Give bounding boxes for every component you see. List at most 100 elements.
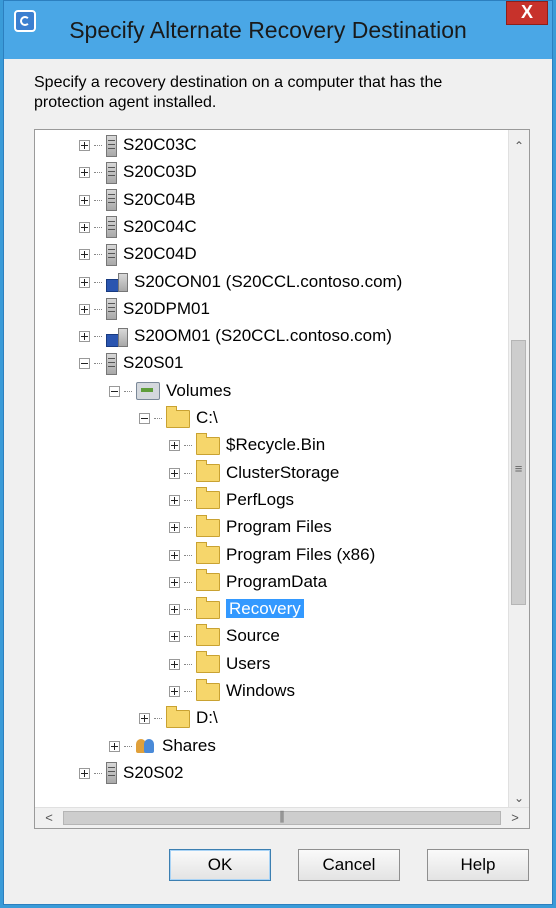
expand-icon[interactable] — [79, 331, 90, 343]
tree-node-label[interactable]: S20C03D — [123, 162, 197, 181]
destination-tree: S20C03C S20C03D S20C04B S20C04C S20C04D S20CO… — [34, 129, 530, 829]
tree-node-label[interactable]: S20OM01 (S20CCL.contoso.com) — [134, 326, 392, 345]
tree-connector — [94, 308, 102, 310]
expand-icon[interactable] — [169, 686, 180, 698]
expand-icon[interactable] — [79, 767, 90, 779]
tree-connector — [184, 636, 192, 638]
expand-icon[interactable] — [79, 303, 90, 315]
tree-node[interactable]: S20CON01 (S20CCL.contoso.com) — [79, 269, 402, 295]
tree-node[interactable]: S20C04C — [79, 214, 197, 240]
expand-icon[interactable] — [169, 658, 180, 670]
tree-node[interactable]: S20DPM01 — [79, 296, 210, 322]
expand-icon[interactable] — [79, 194, 90, 206]
tree-viewport: S20C03C S20C03D S20C04B S20C04C S20C04D S20CO… — [35, 130, 509, 808]
tree-node[interactable]: $Recycle.Bin — [169, 432, 325, 458]
help-button[interactable]: Help — [427, 849, 529, 881]
horizontal-scrollbar[interactable]: < ∥ > — [35, 807, 529, 828]
tree-node-label[interactable]: PerfLogs — [226, 490, 294, 509]
ok-button[interactable]: OK — [169, 849, 271, 881]
tree-node[interactable]: Windows — [169, 678, 295, 704]
tree-node-label[interactable]: Recovery — [226, 599, 304, 619]
expand-icon[interactable] — [169, 494, 180, 506]
scroll-up-icon[interactable]: ⌃ — [509, 136, 529, 156]
tree-node-label[interactable]: Shares — [162, 736, 216, 755]
cancel-button[interactable]: Cancel — [298, 849, 400, 881]
tree-node[interactable]: S20C03D — [79, 159, 197, 185]
tree-node-label[interactable]: Volumes — [166, 381, 231, 400]
collapse-icon[interactable] — [139, 413, 150, 425]
expand-icon[interactable] — [169, 549, 180, 561]
tree-node[interactable]: Shares — [109, 733, 216, 759]
tree-node[interactable]: S20S01 — [79, 350, 184, 376]
scroll-right-icon[interactable]: > — [505, 808, 525, 828]
vertical-scroll-thumb[interactable]: ≡ — [511, 340, 526, 605]
tree-node-label[interactable]: Program Files (x86) — [226, 545, 375, 564]
tree-node[interactable]: S20S02 — [79, 760, 184, 786]
tree-node[interactable]: S20C04D — [79, 241, 197, 267]
tree-connector — [184, 663, 192, 665]
scroll-down-icon[interactable]: ⌄ — [509, 788, 529, 808]
shares-icon — [136, 737, 156, 755]
tree-node[interactable]: ProgramData — [169, 569, 327, 595]
close-button[interactable]: X — [506, 1, 548, 25]
tree-node[interactable]: S20OM01 (S20CCL.contoso.com) — [79, 323, 392, 349]
collapse-icon[interactable] — [79, 358, 90, 370]
tree-node-label[interactable]: Source — [226, 626, 280, 645]
expand-icon[interactable] — [79, 167, 90, 179]
tree-node-label[interactable]: $Recycle.Bin — [226, 435, 325, 454]
tree-node-label[interactable]: D:\ — [196, 708, 218, 727]
tree-node[interactable]: Volumes — [109, 378, 231, 404]
tree-node-label[interactable]: S20CON01 (S20CCL.contoso.com) — [134, 272, 402, 291]
title-bar[interactable]: Specify Alternate Recovery Destination X — [4, 1, 552, 59]
tree-node-label[interactable]: S20C03C — [123, 135, 197, 154]
tree-node[interactable]: C:\ — [139, 405, 218, 431]
tree-node[interactable]: Users — [169, 651, 270, 677]
tree-node[interactable]: PerfLogs — [169, 487, 294, 513]
tree-connector — [184, 472, 192, 474]
tree-node-label[interactable]: C:\ — [196, 408, 218, 427]
tree-node[interactable]: Source — [169, 623, 280, 649]
expand-icon[interactable] — [79, 221, 90, 233]
tree-node[interactable]: Program Files (x86) — [169, 542, 375, 568]
tree-node-label[interactable]: S20C04D — [123, 244, 197, 263]
expand-icon[interactable] — [169, 522, 180, 534]
tree-node-label[interactable]: Users — [226, 654, 270, 673]
tree-connector — [94, 145, 102, 147]
tree-node-label[interactable]: S20S02 — [123, 763, 184, 782]
horizontal-scroll-thumb[interactable]: ∥ — [63, 809, 501, 825]
expand-icon[interactable] — [79, 140, 90, 152]
expand-icon[interactable] — [169, 631, 180, 643]
tree-node-label[interactable]: ProgramData — [226, 572, 327, 591]
expand-icon[interactable] — [169, 576, 180, 588]
vertical-scrollbar[interactable]: ⌃ ≡ ⌄ — [508, 130, 529, 808]
tree-node-label[interactable]: ClusterStorage — [226, 463, 339, 482]
tree-node-label[interactable]: S20C04C — [123, 217, 197, 236]
tree-node[interactable]: S20C04B — [79, 187, 196, 213]
expand-icon[interactable] — [109, 740, 120, 752]
tree-node[interactable]: ClusterStorage — [169, 460, 339, 486]
tree-connector — [94, 172, 102, 174]
expand-icon[interactable] — [169, 604, 180, 616]
scroll-left-icon[interactable]: < — [39, 808, 59, 828]
tree-node[interactable]: Program Files — [169, 514, 332, 540]
tree-node-label[interactable]: Windows — [226, 681, 295, 700]
expand-icon[interactable] — [79, 276, 90, 288]
tree-connector — [184, 554, 192, 556]
tree-node[interactable]: D:\ — [139, 705, 218, 731]
folder-icon — [196, 569, 220, 592]
expand-icon[interactable] — [139, 713, 150, 725]
expand-icon[interactable] — [169, 467, 180, 479]
folder-icon — [166, 405, 190, 428]
expand-icon[interactable] — [169, 440, 180, 452]
collapse-icon[interactable] — [109, 385, 120, 397]
tree-node-label[interactable]: S20S01 — [123, 353, 184, 372]
cluster-server-icon — [106, 273, 128, 293]
tree-connector — [154, 418, 162, 420]
tree-node-label[interactable]: S20C04B — [123, 190, 196, 209]
tree-connector — [94, 363, 102, 365]
tree-node[interactable]: Recovery — [169, 596, 304, 622]
expand-icon[interactable] — [79, 249, 90, 261]
tree-node-label[interactable]: Program Files — [226, 517, 332, 536]
tree-node-label[interactable]: S20DPM01 — [123, 299, 210, 318]
tree-node[interactable]: S20C03C — [79, 132, 197, 158]
